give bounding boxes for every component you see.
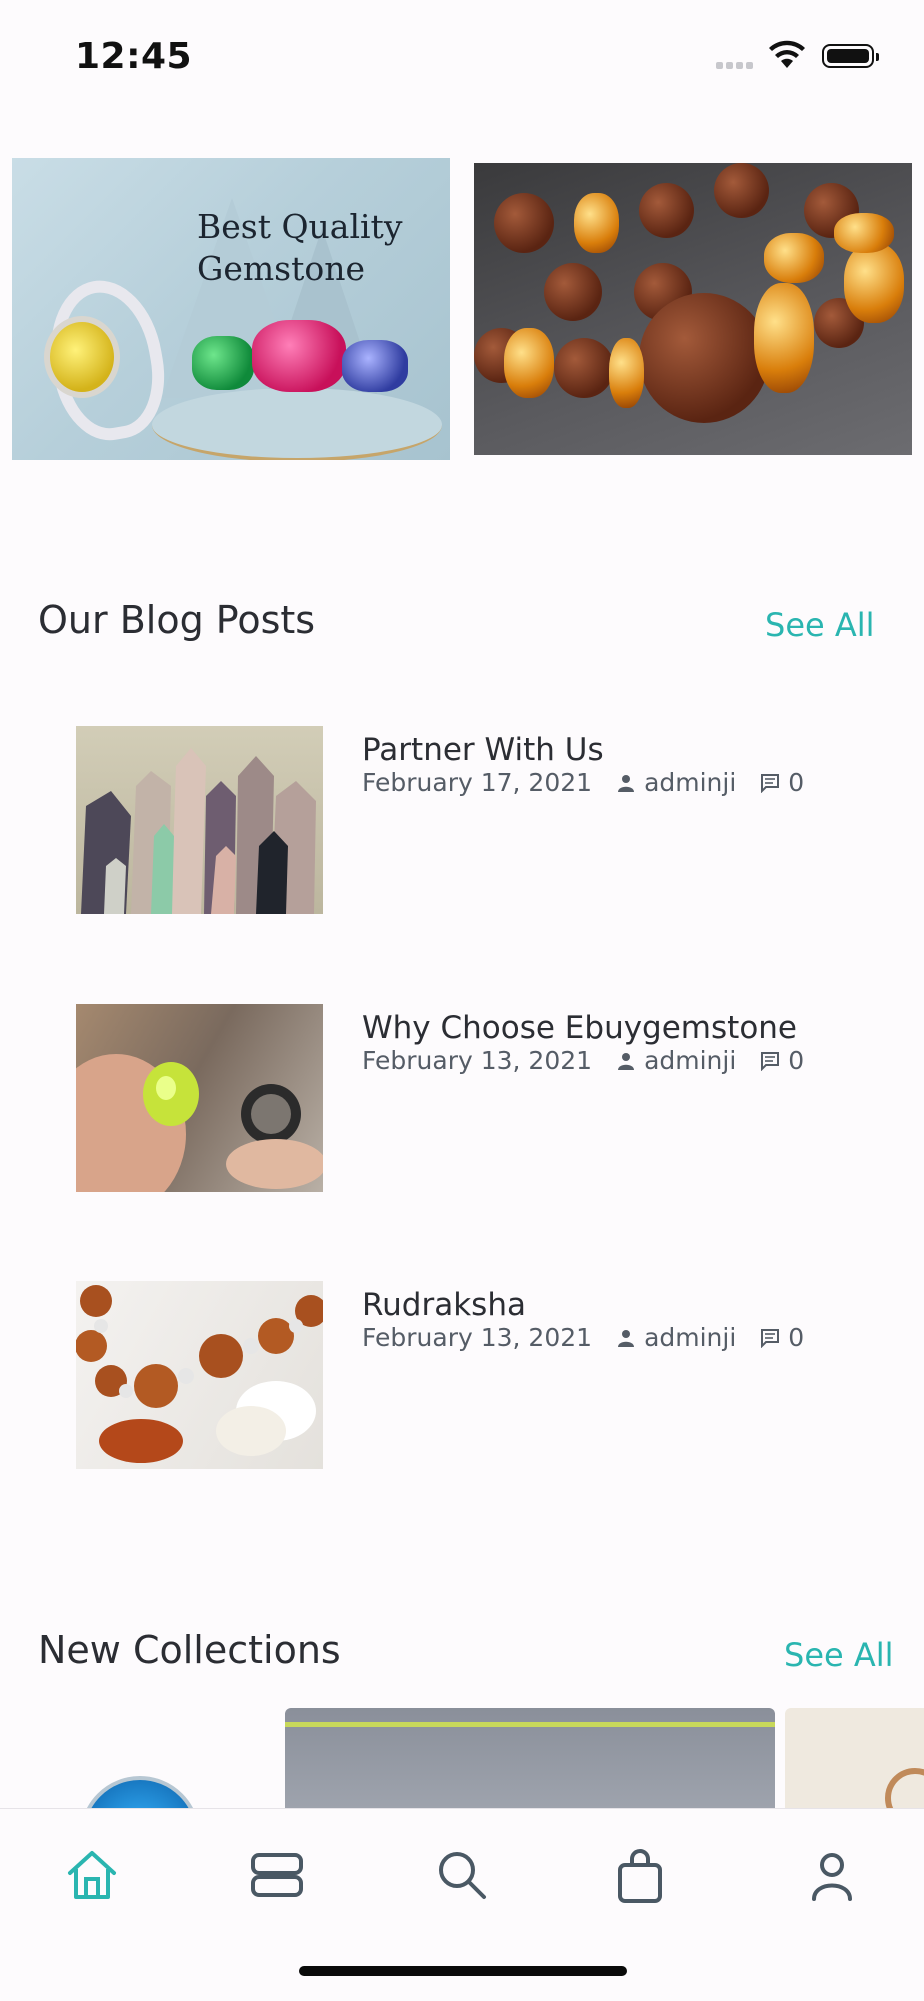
gem-inspection-image xyxy=(76,1054,323,1192)
blog-post-date: February 13, 2021 xyxy=(362,1046,593,1075)
blog-section-title: Our Blog Posts xyxy=(38,598,316,642)
person-icon xyxy=(618,1052,635,1070)
blog-post-comment-count: 0 xyxy=(788,1046,805,1075)
blog-post-item[interactable]: Rudraksha February 13, 2021 adminji 0 xyxy=(76,1281,856,1469)
blog-post-comment-count: 0 xyxy=(788,1323,805,1352)
rudraksha-mala-image xyxy=(76,1285,323,1463)
amber-stone xyxy=(764,233,824,283)
crystals-image xyxy=(81,748,316,914)
blog-post-item[interactable]: Partner With Us February 17, 2021 adminj… xyxy=(76,726,856,914)
battery-icon xyxy=(822,44,879,68)
profile-icon[interactable] xyxy=(802,1845,862,1905)
blog-post-comment-count: 0 xyxy=(788,768,805,797)
cellular-signal-icon xyxy=(716,62,756,72)
search-icon[interactable] xyxy=(432,1845,492,1905)
blog-post-meta: February 17, 2021 adminji 0 xyxy=(362,768,804,797)
bag-icon[interactable] xyxy=(610,1845,670,1905)
blog-post-title: Partner With Us xyxy=(362,732,604,768)
amber-stone xyxy=(834,213,894,253)
categories-icon[interactable] xyxy=(247,1845,307,1905)
bead xyxy=(639,183,694,238)
card-accent-line xyxy=(285,1722,775,1727)
blue-gem-image xyxy=(80,1776,200,1808)
collection-card[interactable] xyxy=(285,1708,775,1808)
banner-title: Best Quality Gemstone xyxy=(197,207,403,288)
large-bead xyxy=(639,293,769,423)
amber-stone xyxy=(609,338,644,408)
blog-post-meta: February 13, 2021 adminji 0 xyxy=(362,1323,804,1352)
bead xyxy=(494,193,554,253)
ruby-image xyxy=(252,320,346,392)
sapphire-image xyxy=(342,340,408,392)
display-platform xyxy=(152,388,442,460)
blog-post-meta: February 13, 2021 adminji 0 xyxy=(362,1046,804,1075)
blog-post-thumbnail xyxy=(76,726,323,914)
amber-stone xyxy=(574,193,619,253)
amber-stone xyxy=(504,328,554,398)
collection-card[interactable] xyxy=(785,1708,924,1808)
amber-stone xyxy=(754,283,814,393)
bead xyxy=(554,338,614,398)
amber-stone xyxy=(844,243,904,323)
collections-see-all-link[interactable]: See All xyxy=(784,1636,894,1674)
blog-see-all-link[interactable]: See All xyxy=(765,606,875,644)
bead xyxy=(714,163,769,218)
person-icon xyxy=(618,1329,635,1347)
comment-icon xyxy=(761,1051,780,1071)
blog-post-item[interactable]: Why Choose Ebuygemstone February 13, 202… xyxy=(76,1004,856,1192)
ring-image xyxy=(885,1768,924,1808)
promo-banner-gemstone[interactable]: Best Quality Gemstone xyxy=(12,158,450,460)
wifi-icon xyxy=(769,40,805,68)
blog-post-date: February 17, 2021 xyxy=(362,768,593,797)
comment-icon xyxy=(761,773,780,793)
home-icon[interactable] xyxy=(62,1845,122,1905)
bead xyxy=(544,263,602,321)
collection-card[interactable] xyxy=(0,1708,270,1808)
person-icon xyxy=(618,774,635,792)
blog-post-author: adminji xyxy=(644,1323,737,1352)
yellow-stone-image xyxy=(44,316,120,398)
blog-post-thumbnail xyxy=(76,1281,323,1469)
blog-post-date: February 13, 2021 xyxy=(362,1323,593,1352)
promo-banner-rudraksha[interactable] xyxy=(474,163,912,455)
collections-section-title: New Collections xyxy=(38,1628,341,1672)
blog-post-author: adminji xyxy=(644,1046,737,1075)
emerald-image xyxy=(192,336,254,390)
comment-icon xyxy=(761,1328,780,1348)
blog-post-title: Rudraksha xyxy=(362,1287,526,1323)
status-time: 12:45 xyxy=(75,36,193,77)
blog-post-author: adminji xyxy=(644,768,737,797)
home-indicator xyxy=(299,1966,627,1976)
blog-post-thumbnail xyxy=(76,1004,323,1192)
blog-post-title: Why Choose Ebuygemstone xyxy=(362,1010,797,1046)
